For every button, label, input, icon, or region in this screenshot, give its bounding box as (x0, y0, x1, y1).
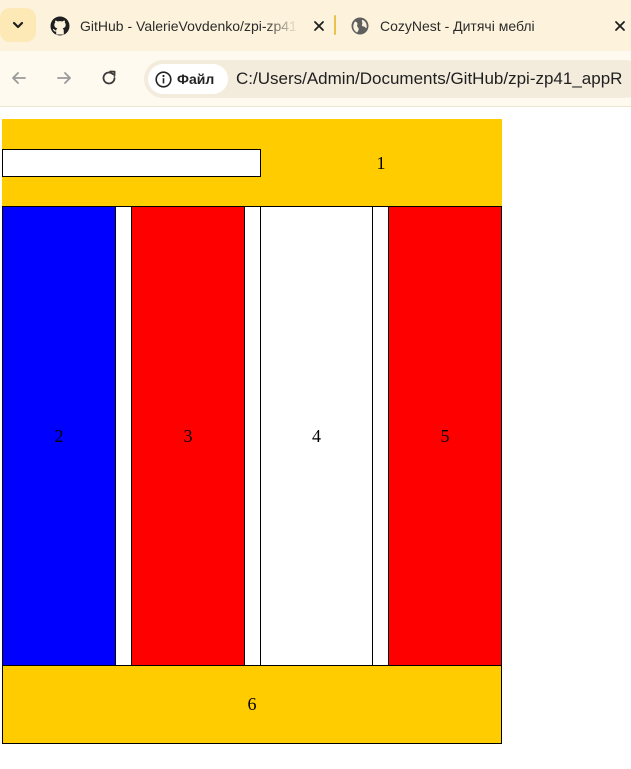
column-3: 3 (131, 206, 245, 666)
page-footer: 6 (2, 665, 502, 744)
reload-icon (102, 70, 116, 85)
header-text-input[interactable] (2, 149, 261, 177)
tab-title: GitHub - ValerieVovdenko/zpi-zp41_appR (80, 18, 298, 34)
site-info-chip[interactable]: Файл (148, 64, 228, 94)
info-icon (155, 70, 172, 88)
close-tab-button[interactable] (609, 15, 631, 37)
tab-divider (334, 15, 336, 35)
column-gap (245, 206, 260, 666)
site-info-label: Файл (177, 71, 215, 87)
column-label: 4 (312, 425, 321, 446)
arrow-left-icon (12, 72, 26, 84)
close-tab-button[interactable] (308, 15, 330, 37)
forward-button[interactable] (49, 63, 79, 93)
tab-github[interactable]: GitHub - ValerieVovdenko/zpi-zp41_appR (50, 6, 330, 46)
tab-title: CozyNest - Дитячі меблі (380, 18, 535, 34)
tab-search-button[interactable] (0, 8, 36, 42)
reload-button[interactable] (94, 63, 124, 93)
chevron-down-icon (12, 21, 24, 29)
footer-label: 6 (247, 694, 257, 714)
column-4: 4 (260, 206, 373, 666)
column-label: 3 (183, 425, 193, 446)
close-icon (615, 21, 625, 31)
close-icon (314, 21, 324, 31)
url-text[interactable]: C:/Users/Admin/Documents/GitHub/zpi-zp41… (236, 60, 622, 98)
column-2: 2 (2, 206, 116, 666)
github-icon (50, 16, 70, 36)
back-button[interactable] (4, 63, 34, 93)
arrow-right-icon (57, 72, 71, 84)
tab-strip: GitHub - ValerieVovdenko/zpi-zp41_appR C… (0, 0, 631, 51)
page-header: 1 (2, 119, 502, 206)
column-gap (116, 206, 131, 666)
column-gap (373, 206, 388, 666)
globe-icon (351, 17, 369, 35)
browser-toolbar: Файл C:/Users/Admin/Documents/GitHub/zpi… (0, 51, 631, 107)
column-label: 5 (440, 425, 450, 446)
column-5: 5 (388, 206, 502, 666)
column-label: 2 (54, 425, 64, 446)
address-bar[interactable]: Файл C:/Users/Admin/Documents/GitHub/zpi… (144, 60, 631, 98)
tab-cozynest[interactable]: CozyNest - Дитячі меблі (350, 6, 631, 46)
header-label: 1 (376, 153, 386, 173)
